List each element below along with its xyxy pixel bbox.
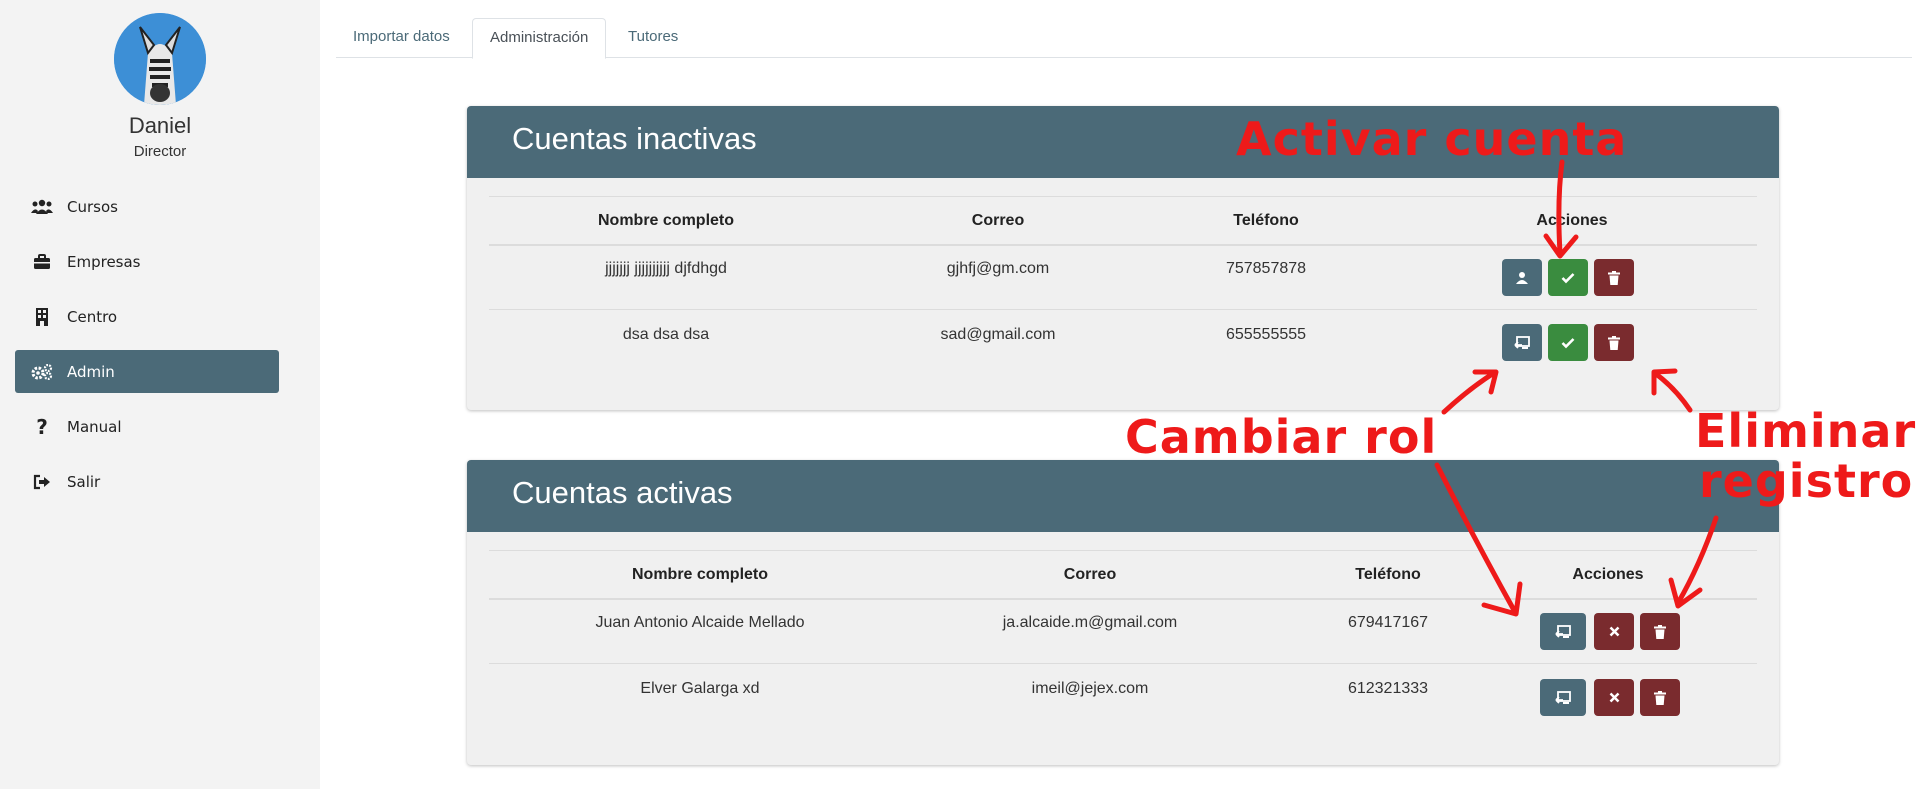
user-role: Director	[133, 143, 187, 160]
cell-phone: 612321333	[1347, 680, 1429, 697]
sidebar-item-centro[interactable]: Centro	[15, 295, 279, 338]
table-header-row: Nombre completo Correo Teléfono Acciones	[489, 550, 1757, 600]
sidebar-item-label: Admin	[67, 362, 115, 381]
table-header-row: Nombre completo Correo Teléfono Acciones	[489, 196, 1757, 246]
cell-name: Juan Antonio Alcaide Mellado	[595, 614, 805, 631]
sidebar-item-salir[interactable]: Salir	[15, 460, 279, 503]
active-accounts-card: Cuentas activas Nombre completo Correo T…	[467, 460, 1779, 765]
cell-email: sad@gmail.com	[940, 326, 1056, 343]
activate-account-button[interactable]	[1548, 324, 1588, 361]
tab-bar: Importar datos Administración Tutores	[336, 18, 1912, 59]
tab-administracion[interactable]: Administración	[472, 18, 607, 59]
column-header: Correo	[1063, 566, 1117, 583]
trash-icon	[1654, 624, 1666, 639]
change-role-button[interactable]	[1502, 324, 1542, 361]
column-header: Nombre completo	[597, 212, 735, 229]
column-header: Teléfono	[1233, 212, 1299, 229]
user-name: Daniel	[128, 113, 192, 138]
briefcase-icon	[31, 253, 53, 271]
delete-record-button[interactable]	[1640, 613, 1680, 650]
trash-icon	[1654, 690, 1666, 705]
column-header: Teléfono	[1355, 566, 1421, 583]
cell-phone: 655555555	[1225, 326, 1307, 343]
question-icon: ?	[36, 414, 48, 439]
cell-name: dsa dsa dsa	[622, 326, 710, 343]
sidebar-item-label: Manual	[67, 417, 122, 436]
cell-name: Elver Galarga xd	[640, 680, 760, 697]
user-icon	[1516, 271, 1528, 284]
check-icon	[1561, 272, 1575, 283]
annotation-delete-record: Eliminar registro	[1695, 406, 1916, 506]
change-role-button[interactable]	[1540, 613, 1586, 650]
sidebar-item-admin[interactable]: Admin	[15, 350, 279, 393]
tab-tutores[interactable]: Tutores	[611, 18, 695, 59]
cell-email: ja.alcaide.m@gmail.com	[1002, 614, 1178, 631]
annotation-change-role: Cambiar rol	[1125, 410, 1438, 464]
column-header: Nombre completo	[631, 566, 769, 583]
cell-email: gjhfj@gm.com	[946, 260, 1050, 277]
building-icon	[31, 307, 53, 326]
trash-icon	[1608, 335, 1620, 350]
check-icon	[1561, 337, 1575, 348]
sidebar-item-label: Empresas	[67, 252, 141, 271]
delete-record-button[interactable]	[1640, 679, 1680, 716]
column-header: Acciones	[1572, 566, 1644, 583]
sign-out-icon	[31, 473, 53, 491]
sidebar-item-label: Salir	[67, 472, 101, 491]
times-icon	[1609, 692, 1619, 703]
swap-role-icon	[1555, 624, 1571, 638]
users-icon	[31, 198, 53, 216]
deactivate-account-button[interactable]	[1594, 679, 1634, 716]
table-row: jjjjjjj jjjjjjjjjj djfdhgd gjhfj@gm.com …	[489, 246, 1757, 309]
cell-email: imeil@jejex.com	[1031, 680, 1149, 697]
column-header: Correo	[971, 212, 1025, 229]
sidebar-item-label: Centro	[67, 307, 118, 326]
sidebar-item-label: Cursos	[67, 197, 118, 216]
cell-phone: 757857878	[1225, 260, 1307, 277]
column-header: Acciones	[1536, 212, 1608, 229]
delete-record-button[interactable]	[1594, 324, 1634, 361]
times-icon	[1609, 626, 1619, 637]
table-row: Elver Galarga xd imeil@jejex.com 6123213…	[489, 663, 1757, 726]
trash-icon	[1608, 270, 1620, 285]
card-title: Cuentas activas	[467, 460, 1779, 532]
annotation-delete-line2: registro	[1699, 454, 1914, 508]
deactivate-account-button[interactable]	[1594, 613, 1634, 650]
cell-phone: 679417167	[1347, 614, 1429, 631]
sidebar-nav: Cursos Empresas Centro Admin ? Manual Sa…	[15, 185, 279, 515]
change-role-button[interactable]	[1540, 679, 1586, 716]
delete-record-button[interactable]	[1594, 259, 1634, 296]
sidebar-item-manual[interactable]: ? Manual	[15, 405, 279, 448]
activate-account-button[interactable]	[1548, 259, 1588, 296]
annotation-activate-account: Activar cuenta	[1236, 112, 1628, 166]
tab-importar-datos[interactable]: Importar datos	[336, 18, 467, 59]
gears-icon	[31, 363, 53, 381]
cell-name: jjjjjjj jjjjjjjjjj djfdhgd	[605, 260, 727, 277]
swap-role-icon	[1555, 690, 1571, 704]
sidebar-item-cursos[interactable]: Cursos	[15, 185, 279, 228]
avatar	[114, 13, 206, 105]
sidebar-item-empresas[interactable]: Empresas	[15, 240, 279, 283]
annotation-delete-line1: Eliminar	[1695, 404, 1917, 458]
table-row: dsa dsa dsa sad@gmail.com 655555555	[489, 309, 1757, 372]
view-user-button[interactable]	[1502, 259, 1542, 296]
table-row: Juan Antonio Alcaide Mellado ja.alcaide.…	[489, 600, 1757, 663]
swap-role-icon	[1514, 335, 1530, 349]
sidebar: Daniel Director Cursos Empresas Centro A…	[0, 0, 320, 789]
